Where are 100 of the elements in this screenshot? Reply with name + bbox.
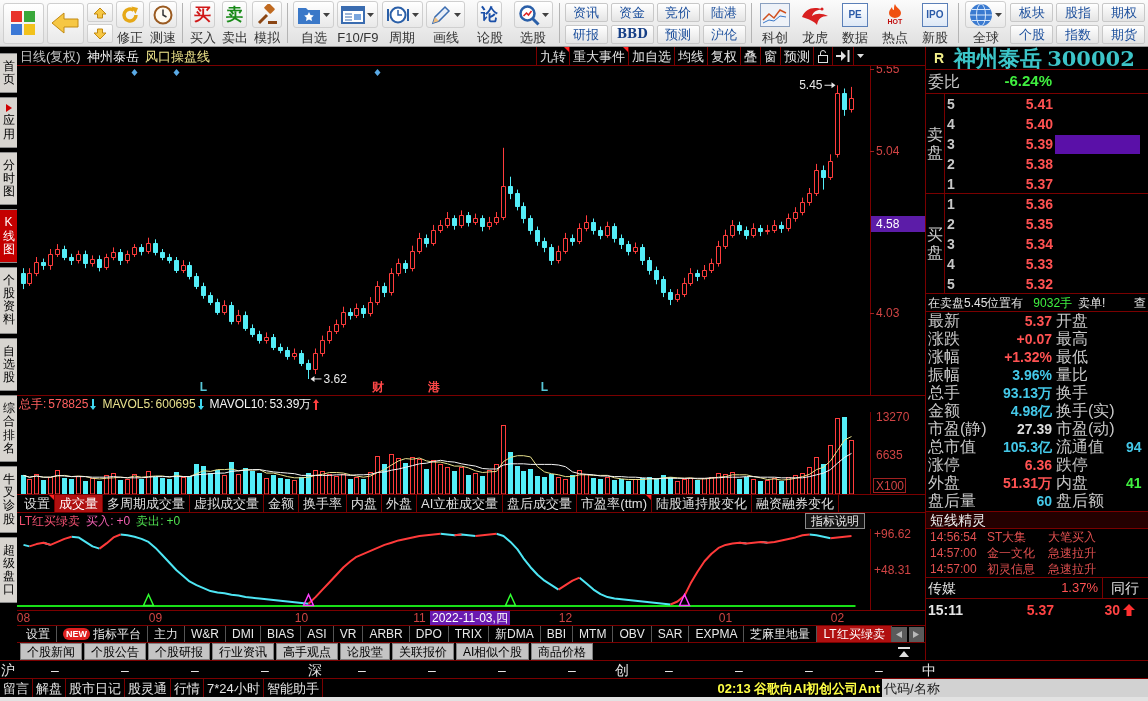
- tab[interactable]: 金额: [264, 495, 299, 512]
- side-tab[interactable]: 综合排名: [0, 395, 17, 462]
- arrow-to-bar-button[interactable]: [832, 47, 853, 65]
- tab[interactable]: 关联报价: [392, 643, 454, 660]
- tab[interactable]: SAR: [651, 626, 690, 642]
- tab[interactable]: 设置: [20, 626, 57, 642]
- tab[interactable]: OBV: [613, 626, 652, 642]
- tab[interactable]: 外盘: [382, 495, 417, 512]
- chart-tool-button[interactable]: 加自选: [628, 47, 674, 65]
- tab[interactable]: 盘后成交量: [503, 495, 578, 512]
- search-field[interactable]: 代码/名称: [882, 679, 1148, 697]
- tab[interactable]: 论股堂: [340, 643, 390, 660]
- link-button[interactable]: 陆港: [702, 2, 746, 22]
- link-button[interactable]: 预测: [656, 24, 700, 44]
- tab[interactable]: 陆股通持股变化: [652, 495, 752, 512]
- tab[interactable]: LT红买绿卖: [817, 626, 892, 642]
- tab[interactable]: 虚拟成交量: [190, 495, 264, 512]
- link-button[interactable]: 竞价: [656, 2, 700, 22]
- chart-tool-button[interactable]: 复权: [707, 47, 740, 65]
- tab[interactable]: MTM: [573, 626, 614, 642]
- tab[interactable]: DPO: [409, 626, 449, 642]
- side-tab[interactable]: 应用: [0, 97, 17, 148]
- candlestick: [153, 238, 158, 256]
- link-button[interactable]: 资金: [610, 2, 654, 22]
- chart-tool-button[interactable]: 重大事件: [569, 47, 628, 65]
- cursor-price-label: 4.58: [871, 216, 925, 232]
- dropdown-button[interactable]: [853, 47, 867, 65]
- up-button[interactable]: [86, 3, 113, 22]
- chart-tool-button[interactable]: 窗: [760, 47, 780, 65]
- tab[interactable]: 成交量: [55, 495, 103, 512]
- link-button[interactable]: 研报: [564, 24, 608, 44]
- tab[interactable]: ASI: [301, 626, 334, 642]
- side-tab[interactable]: 超级盘口: [0, 536, 17, 604]
- side-tab[interactable]: K线图: [0, 209, 17, 263]
- tab[interactable]: BBI: [540, 626, 574, 642]
- chart-tool-button[interactable]: 均线: [674, 47, 707, 65]
- tab[interactable]: 多周期成交量: [103, 495, 190, 512]
- link-button[interactable]: 沪伦: [702, 24, 746, 44]
- chart-tool-button[interactable]: 叠: [740, 47, 760, 65]
- link-button[interactable]: 期权: [1102, 2, 1145, 22]
- collapse-button[interactable]: [897, 646, 911, 657]
- candlestick: [341, 306, 346, 329]
- peer-tab[interactable]: 同行: [1102, 578, 1139, 598]
- tab[interactable]: 个股新闻: [20, 643, 82, 660]
- tab[interactable]: 换手率: [299, 495, 347, 512]
- tab[interactable]: DMI: [226, 626, 261, 642]
- tab[interactable]: TRIX: [448, 626, 490, 642]
- side-tab[interactable]: 分时图: [0, 151, 17, 206]
- link-button[interactable]: 指数: [1056, 24, 1099, 44]
- price-value: 5.33: [1024, 254, 1053, 274]
- tab[interactable]: EXPMA: [689, 626, 745, 642]
- toolbar-button[interactable]: 龙虎: [796, 1, 834, 45]
- link-button[interactable]: 个股: [1010, 24, 1053, 44]
- toolbar-button[interactable]: 论 论股: [469, 1, 511, 45]
- side-tab[interactable]: 牛叉诊股: [0, 465, 17, 533]
- link-button[interactable]: 股指: [1056, 2, 1099, 22]
- readout-label: 买入:: [86, 515, 114, 527]
- bar: [535, 476, 540, 494]
- field-label: 总手: [927, 385, 961, 401]
- candlestick: [139, 243, 144, 256]
- tab[interactable]: NEW 指标平台: [57, 626, 148, 642]
- link-button[interactable]: 资讯: [564, 2, 608, 22]
- tab[interactable]: VR: [333, 626, 364, 642]
- tab[interactable]: 个股研报: [148, 643, 210, 660]
- toolbar-button[interactable]: PE 数据: [836, 1, 874, 45]
- menu-button[interactable]: [3, 2, 44, 44]
- tab[interactable]: AI立桩成交量: [417, 495, 504, 512]
- tab[interactable]: 主力: [148, 626, 185, 642]
- field-label: 流通值: [1055, 439, 1105, 455]
- toolbar-button[interactable]: 科创: [756, 1, 794, 45]
- tab[interactable]: 行业资讯: [212, 643, 274, 660]
- side-tab[interactable]: 首页: [0, 53, 17, 94]
- chart-tool-button[interactable]: 预测: [780, 47, 813, 65]
- tab[interactable]: 新DMA: [489, 626, 541, 642]
- tab[interactable]: 高手观点: [276, 643, 338, 660]
- side-tab[interactable]: 自选股: [0, 337, 17, 392]
- price-value: 5.32: [1024, 274, 1053, 294]
- tab[interactable]: AI相似个股: [456, 643, 530, 660]
- candlestick: [118, 248, 123, 266]
- link-button[interactable]: 期货: [1102, 24, 1145, 44]
- tab[interactable]: 市盈率(ttm): [577, 495, 652, 512]
- chart-tool-button[interactable]: 九转: [536, 47, 569, 65]
- down-button[interactable]: [86, 24, 113, 43]
- help-button[interactable]: 指标说明: [805, 513, 865, 529]
- tab[interactable]: 融资融券变化: [752, 495, 839, 512]
- toolbar-button[interactable]: IPO 新股: [916, 1, 954, 45]
- tab[interactable]: 商品价格: [531, 643, 594, 660]
- candlestick: [361, 304, 366, 319]
- query-link[interactable]: 查: [1134, 296, 1146, 309]
- side-tab[interactable]: 个股资料: [0, 266, 17, 334]
- tab[interactable]: 个股公告: [84, 643, 146, 660]
- tab[interactable]: W&R: [185, 626, 226, 642]
- tab[interactable]: 内盘: [347, 495, 382, 512]
- tab[interactable]: ARBR: [363, 626, 410, 642]
- scroll-right-button[interactable]: [908, 626, 924, 642]
- link-button[interactable]: 板块: [1010, 2, 1053, 22]
- candlestick: [508, 176, 513, 200]
- link-button[interactable]: BBD: [610, 24, 654, 44]
- candlestick: [556, 245, 561, 264]
- tab[interactable]: BIAS: [261, 626, 302, 642]
